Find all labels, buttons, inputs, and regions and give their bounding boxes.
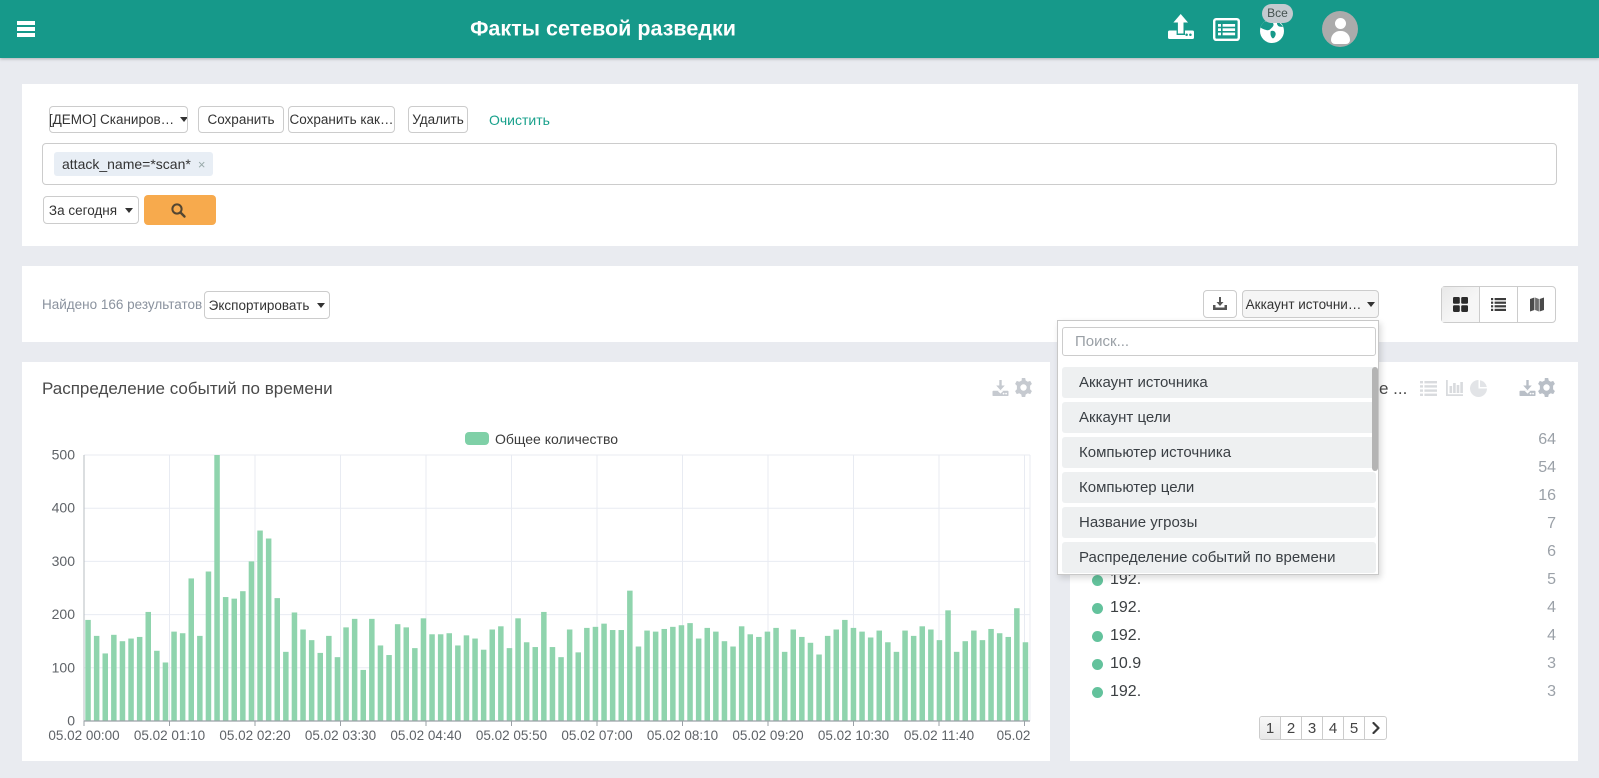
svg-text:05.02: 05.02 — [997, 728, 1031, 743]
svg-text:05.02 00:00: 05.02 00:00 — [48, 728, 119, 743]
svg-text:05.02 09:20: 05.02 09:20 — [732, 728, 803, 743]
svg-text:05.02 10:30: 05.02 10:30 — [818, 728, 889, 743]
svg-text:05.02 05:50: 05.02 05:50 — [476, 728, 547, 743]
svg-text:500: 500 — [52, 447, 76, 463]
svg-text:05.02 03:30: 05.02 03:30 — [305, 728, 376, 743]
svg-text:05.02 08:10: 05.02 08:10 — [647, 728, 718, 743]
svg-text:05.02 07:00: 05.02 07:00 — [561, 728, 632, 743]
svg-text:200: 200 — [52, 606, 76, 622]
svg-text:300: 300 — [52, 553, 76, 569]
svg-text:05.02 01:10: 05.02 01:10 — [134, 728, 205, 743]
svg-text:100: 100 — [52, 659, 76, 675]
svg-text:400: 400 — [52, 500, 76, 516]
svg-text:05.02 04:40: 05.02 04:40 — [390, 728, 461, 743]
svg-text:05.02 11:40: 05.02 11:40 — [904, 728, 974, 743]
svg-text:0: 0 — [67, 713, 75, 729]
svg-text:05.02 02:20: 05.02 02:20 — [219, 728, 290, 743]
